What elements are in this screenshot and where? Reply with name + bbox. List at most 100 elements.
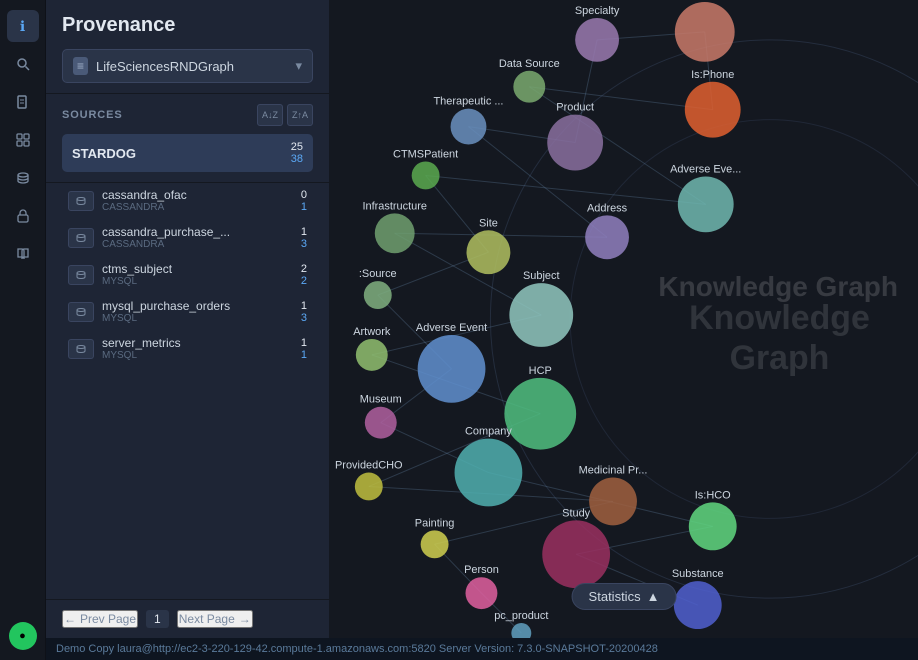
source-item[interactable]: cassandra_ofac CASSANDRA 0 1	[62, 183, 313, 218]
graph-node-person[interactable]: Person	[464, 564, 499, 609]
graph-node-condition[interactable]: Condition	[675, 0, 735, 62]
knowledge-graph-label-2: Graph	[730, 339, 830, 377]
graph-node-site[interactable]: Site	[466, 217, 510, 274]
prev-page-button[interactable]: ← Prev Page	[62, 610, 138, 628]
next-page-button[interactable]: Next Page →	[177, 610, 253, 628]
statistics-button[interactable]: Statistics ▲	[572, 583, 677, 610]
page-title: Provenance	[62, 14, 313, 37]
graph-node-hcp[interactable]: HCP	[504, 365, 576, 450]
status-text: Demo Copy laura@http://ec2-3-220-129-42.…	[56, 643, 658, 655]
graph-node-label-25: pc_product	[494, 610, 548, 622]
right-area: Condition Specialty Is:Phone Product Data So…	[330, 0, 918, 638]
graph-node-label-16: Museum	[360, 394, 402, 406]
graph-node-product[interactable]: Product	[547, 102, 603, 171]
source-db-icon	[68, 228, 94, 248]
graph-node-label-1: Specialty	[575, 5, 620, 17]
graph-node-label-11: Subject	[523, 270, 560, 282]
sources-list: cassandra_ofac CASSANDRA 0 1 cassandra_p…	[46, 183, 329, 599]
sidebar-icon-file[interactable]	[7, 86, 39, 118]
sidebar-icon-database[interactable]	[7, 162, 39, 194]
source-name: mysql_purchase_orders	[102, 299, 293, 313]
graph-node-infrastructure[interactable]: Infrastructure	[362, 200, 427, 253]
source-db-icon	[68, 191, 94, 211]
chevron-up-icon: ▲	[647, 589, 660, 604]
graph-node-label-21: Painting	[415, 517, 455, 529]
source-type: MYSQL	[102, 313, 293, 324]
graph-node-data-source[interactable]: Data Source	[499, 58, 560, 103]
source-item[interactable]: server_metrics MYSQL 1 1	[62, 331, 313, 366]
graph-node-label-0: Condition	[682, 0, 728, 1]
graph-node-label-5: Therapeutic ...	[433, 96, 503, 108]
sort-buttons: A↓Z Z↑A	[257, 104, 313, 126]
sidebar-icon-grid[interactable]	[7, 124, 39, 156]
source-name: cassandra_purchase_...	[102, 225, 293, 239]
source-info: cassandra_purchase_... CASSANDRA	[102, 225, 293, 250]
graph-node-label-18: Company	[465, 426, 512, 438]
graph-node-label-10: Site	[479, 217, 498, 229]
graph-node-label-2: Is:Phone	[691, 69, 734, 81]
sidebar-icon-book[interactable]	[7, 238, 39, 270]
graph-node-subject[interactable]: Subject	[509, 270, 573, 347]
sort-za-button[interactable]: Z↑A	[287, 104, 313, 126]
graph-node-label-6: Adverse Eve...	[670, 163, 741, 175]
source-item[interactable]: cassandra_purchase_... CASSANDRA 1 3	[62, 220, 313, 255]
graph-node-therapeutic----[interactable]: Therapeutic ...	[433, 96, 503, 145]
source-counts: 2 2	[301, 263, 307, 287]
graph-node-museum[interactable]: Museum	[360, 394, 402, 439]
graph-node-artwork[interactable]: Artwork	[353, 326, 391, 371]
graph-node-specialty[interactable]: Specialty	[575, 5, 620, 62]
graph-dropdown[interactable]: ≡ LifeSciencesRNDGraph ▾	[62, 49, 313, 83]
graph-node-label-4: Data Source	[499, 58, 560, 70]
source-info: server_metrics MYSQL	[102, 336, 293, 361]
graph-canvas[interactable]: Condition Specialty Is:Phone Product Data So…	[330, 0, 918, 638]
graph-node-label-14: Adverse Event	[416, 322, 487, 334]
source-item[interactable]: ctms_subject MYSQL 2 2	[62, 257, 313, 292]
stardog-row[interactable]: STARDOG 25 38	[62, 134, 313, 172]
source-db-icon	[68, 339, 94, 359]
graph-node-pc_product[interactable]: pc_product	[494, 610, 548, 638]
graph-node-providedcho[interactable]: ProvidedCHO	[335, 460, 403, 501]
knowledge-graph-label: Knowledge	[689, 299, 870, 337]
panel-header: Provenance ≡ LifeSciencesRNDGraph ▾	[46, 0, 329, 94]
graph-node-address[interactable]: Address	[585, 202, 629, 259]
graph-node-label-3: Product	[556, 102, 594, 114]
graph-node-ctmspatient[interactable]: CTMSPatient	[393, 149, 458, 190]
sidebar-icon-lock[interactable]	[7, 200, 39, 232]
source-counts: 1 3	[301, 226, 307, 250]
sidebar-icon-search[interactable]	[7, 48, 39, 80]
sort-az-button[interactable]: A↓Z	[257, 104, 283, 126]
graph-node-label-22: Study	[562, 507, 591, 519]
graph-node-label-23: Person	[464, 564, 499, 576]
source-item[interactable]: mysql_purchase_orders MYSQL 1 3	[62, 294, 313, 329]
pagination: ← Prev Page 1 Next Page →	[46, 599, 329, 638]
sidebar-icon-info[interactable]: ℹ	[7, 10, 39, 42]
graph-node-company[interactable]: Company	[455, 426, 523, 507]
stardog-label: STARDOG	[72, 146, 136, 161]
graph-node--source[interactable]: :Source	[359, 268, 397, 309]
graph-node-label-20: Is:HCO	[695, 489, 731, 501]
status-indicator[interactable]: ●	[9, 622, 37, 650]
graph-node-label-8: CTMSPatient	[393, 149, 458, 161]
graph-node-adverse-eve---[interactable]: Adverse Eve...	[670, 163, 741, 232]
graph-node-is-hco[interactable]: Is:HCO	[689, 489, 737, 550]
graph-node-label-19: Medicinal Pr...	[579, 465, 648, 477]
graph-node-label-12: :Source	[359, 268, 397, 280]
graph-node-adverse-event[interactable]: Adverse Event	[416, 322, 487, 403]
source-type: MYSQL	[102, 350, 293, 361]
status-bar: Demo Copy laura@http://ec2-3-220-129-42.…	[46, 638, 918, 660]
graph-node-is-phone[interactable]: Is:Phone	[685, 69, 741, 138]
source-counts: 0 1	[301, 189, 307, 213]
graph-node-label-24: Substance	[672, 568, 724, 580]
source-info: mysql_purchase_orders MYSQL	[102, 299, 293, 324]
statistics-label: Statistics	[589, 589, 641, 604]
page-number: 1	[146, 610, 169, 628]
graph-node-painting[interactable]: Painting	[415, 517, 455, 558]
source-db-icon	[68, 302, 94, 322]
graph-node-substance[interactable]: Substance	[672, 568, 724, 629]
sources-label: SOURCES	[62, 109, 257, 121]
source-name: cassandra_ofac	[102, 188, 293, 202]
source-name: server_metrics	[102, 336, 293, 350]
left-panel: Provenance ≡ LifeSciencesRNDGraph ▾ SOUR…	[46, 0, 330, 638]
db-icon: ≡	[73, 57, 88, 75]
source-type: MYSQL	[102, 276, 293, 287]
